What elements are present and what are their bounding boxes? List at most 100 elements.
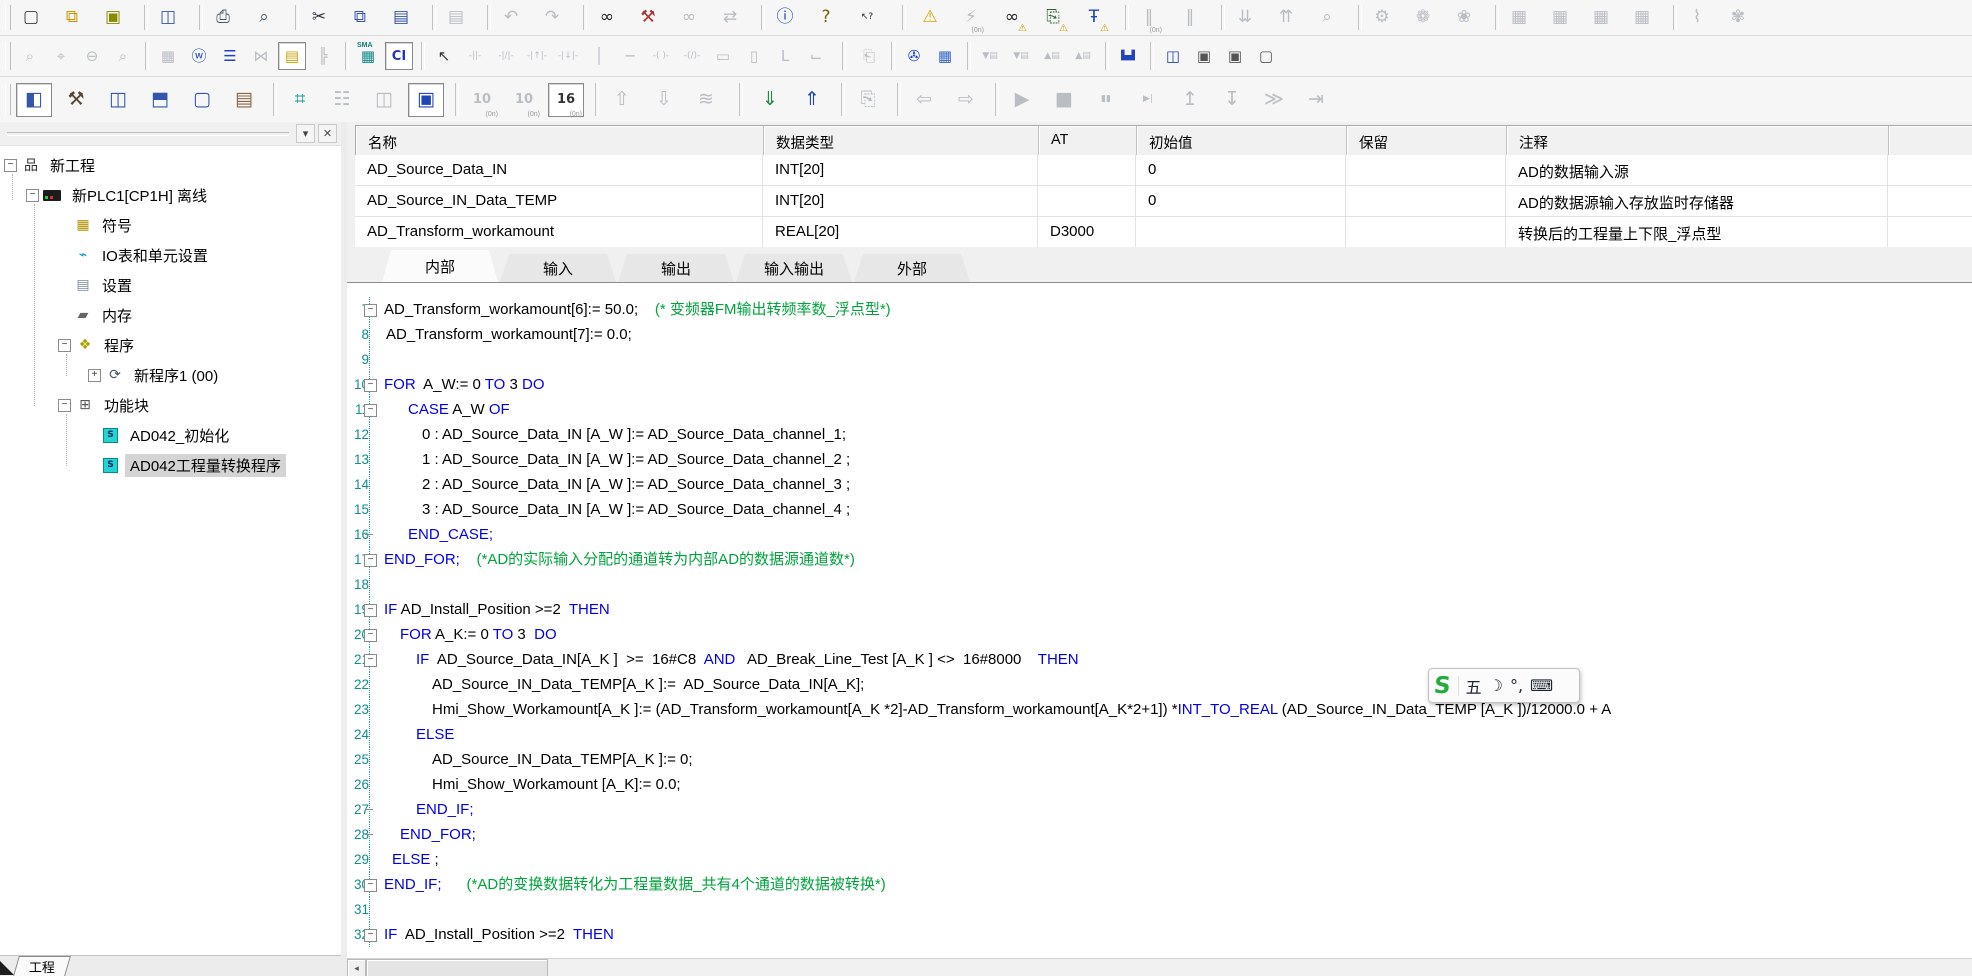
cell-at[interactable] bbox=[1038, 186, 1136, 216]
expand-icon[interactable]: + bbox=[88, 369, 101, 382]
rung-annotation-button[interactable]: ☰ bbox=[216, 42, 244, 70]
collapse-icon[interactable]: − bbox=[26, 189, 39, 202]
section-check-button[interactable]: ⎘⚠ bbox=[1038, 3, 1068, 33]
collapse-icon[interactable]: − bbox=[58, 399, 71, 412]
tree-item-symbols[interactable]: ▦符号 bbox=[0, 210, 341, 240]
info-button[interactable]: ⓘ bbox=[770, 3, 800, 33]
fb-library-button[interactable]: ▦ bbox=[931, 42, 959, 70]
mnemonic-view-button[interactable]: ▣ bbox=[1190, 42, 1218, 70]
show-comments-button[interactable]: ⓦ bbox=[185, 42, 213, 70]
tree-item-new-program-1[interactable]: +⟳新程序1 (00) bbox=[0, 360, 341, 390]
scrollbar-track[interactable] bbox=[548, 959, 1972, 976]
cell-at[interactable] bbox=[1038, 155, 1136, 185]
toolbar-grip[interactable] bbox=[5, 42, 11, 70]
collapse-icon[interactable]: − bbox=[58, 339, 71, 352]
print-button[interactable]: ⎙ bbox=[208, 3, 238, 33]
fb-transfer-button[interactable]: ✇ bbox=[900, 42, 928, 70]
scope-tab-inputs[interactable]: 输入 bbox=[500, 254, 616, 282]
tree-item-fb-ad042-transform[interactable]: SAD042工程量转换程序 bbox=[0, 450, 341, 480]
workspace-menu-button[interactable]: ▾ bbox=[296, 124, 315, 143]
cell-comment[interactable]: AD的数据输入源 bbox=[1506, 155, 1888, 185]
paste-button[interactable]: ▤ bbox=[386, 3, 416, 33]
view-st-button[interactable]: ▣ bbox=[408, 83, 444, 117]
fold-collapse-button[interactable]: − bbox=[364, 404, 377, 417]
tab-project[interactable]: 工程 bbox=[13, 956, 71, 976]
ime-wubi-indicator[interactable]: 五 bbox=[1466, 674, 1482, 698]
col-header-name[interactable]: 名称 bbox=[356, 126, 764, 156]
fold-collapse-button[interactable]: − bbox=[364, 879, 377, 892]
address-reference-button[interactable]: ▢ bbox=[184, 83, 220, 117]
scope-tab-in-out[interactable]: 输入输出 bbox=[736, 254, 852, 282]
fold-collapse-button[interactable]: − bbox=[364, 554, 377, 567]
symbol-view-button[interactable]: ▣ bbox=[1221, 42, 1249, 70]
cell-extra[interactable] bbox=[1888, 155, 1972, 185]
col-header-at[interactable]: AT bbox=[1039, 126, 1137, 156]
copy-button[interactable]: ⧉ bbox=[345, 3, 375, 33]
cell-data-type[interactable]: INT[20] bbox=[763, 186, 1038, 216]
tree-item-memory[interactable]: ▰内存 bbox=[0, 300, 341, 330]
toolbar-grip[interactable] bbox=[5, 5, 11, 30]
col-header-data-type[interactable]: 数据类型 bbox=[764, 126, 1039, 156]
io-view-button[interactable]: ▢ bbox=[1252, 42, 1280, 70]
cell-initial-value[interactable] bbox=[1136, 217, 1346, 247]
cell-name[interactable]: AD_Transform_workamount bbox=[355, 217, 763, 247]
cell-data-type[interactable]: REAL[20] bbox=[763, 217, 1038, 247]
cut-button[interactable]: ✂ bbox=[304, 3, 334, 33]
col-header-retain[interactable]: 保留 bbox=[1347, 126, 1507, 156]
cell-retain[interactable] bbox=[1346, 155, 1506, 185]
fb-online-edit-button[interactable]: ⇓ bbox=[752, 83, 788, 117]
replace-button[interactable]: ⚒ bbox=[633, 3, 663, 33]
differential-monitor-button[interactable]: ▙▟ bbox=[1114, 42, 1142, 70]
watch-window-button[interactable]: ◫ bbox=[100, 83, 136, 117]
project-tree[interactable]: −品新工程−新PLC1[CP1H] 离线▦符号⌁IO表和单元设置▤设置▰内存−❖… bbox=[0, 146, 341, 956]
search-in-project-button[interactable]: ◫ bbox=[153, 3, 183, 33]
cell-name[interactable]: AD_Source_IN_Data_TEMP bbox=[355, 186, 763, 216]
scroll-left-button[interactable]: ◂ bbox=[347, 959, 366, 976]
new-file-button[interactable]: ▢ bbox=[16, 3, 46, 33]
tree-item-fb-ad042-init[interactable]: SAD042_初始化 bbox=[0, 420, 341, 450]
fb-online-transfer-button[interactable]: ⇑ bbox=[794, 83, 830, 117]
scope-tab-externals[interactable]: 外部 bbox=[854, 254, 970, 282]
tree-item-io-table[interactable]: ⌁IO表和单元设置 bbox=[0, 240, 341, 270]
context-help-button[interactable]: ↖? bbox=[852, 3, 882, 33]
scope-tab-outputs[interactable]: 输出 bbox=[618, 254, 734, 282]
save-button[interactable]: ▣ bbox=[98, 3, 128, 33]
ci-window-button[interactable]: CI bbox=[385, 42, 413, 70]
tree-item-plc[interactable]: −新PLC1[CP1H] 离线 bbox=[0, 180, 341, 210]
output-window-button[interactable]: ⚒ bbox=[58, 83, 94, 117]
cross-reference-button[interactable]: ⬒ bbox=[142, 83, 178, 117]
select-mode-button[interactable]: ↖ bbox=[430, 42, 458, 70]
cell-initial-value[interactable]: 0 bbox=[1136, 186, 1346, 216]
cell-extra[interactable] bbox=[1888, 217, 1972, 247]
symbol-bar-button[interactable]: ▤ bbox=[278, 42, 306, 70]
cell-at[interactable]: D3000 bbox=[1038, 217, 1136, 247]
insert-symbol-button[interactable]: ⌗ bbox=[282, 83, 318, 117]
cell-name[interactable]: AD_Source_Data_IN bbox=[355, 155, 763, 185]
fold-collapse-button[interactable]: − bbox=[364, 929, 377, 942]
find-button[interactable]: ∞ bbox=[592, 3, 622, 33]
col-header-extra[interactable] bbox=[1889, 126, 1972, 156]
fold-collapse-button[interactable]: − bbox=[364, 629, 377, 642]
online-edit-check-button[interactable]: Ŧ⚠ bbox=[1079, 3, 1109, 33]
scope-tab-internals[interactable]: 内部 bbox=[382, 250, 498, 282]
fold-collapse-button[interactable]: − bbox=[364, 379, 377, 392]
fold-collapse-button[interactable]: − bbox=[364, 654, 377, 667]
cell-initial-value[interactable]: 0 bbox=[1136, 155, 1346, 185]
col-header-initial-value[interactable]: 初始值 bbox=[1137, 126, 1347, 156]
ladder-view-button[interactable]: ◫ bbox=[1159, 42, 1187, 70]
cell-data-type[interactable]: INT[20] bbox=[763, 155, 1038, 185]
workspace-toggle-button[interactable]: ◧ bbox=[16, 83, 52, 117]
ime-keyboard-button[interactable]: ⌨ bbox=[1530, 676, 1553, 695]
ime-punctuation-indicator[interactable]: °, bbox=[1510, 676, 1523, 695]
open-file-button[interactable]: ⧉ bbox=[57, 3, 87, 33]
help-button[interactable]: ? bbox=[811, 3, 841, 33]
tree-item-programs[interactable]: −❖程序 bbox=[0, 330, 341, 360]
compile-button[interactable]: ⚠ bbox=[915, 3, 945, 33]
fold-collapse-button[interactable]: − bbox=[364, 604, 377, 617]
print-preview-button[interactable]: ⌕ bbox=[249, 3, 279, 33]
tree-item-function-blocks[interactable]: −⊞功能块 bbox=[0, 390, 341, 420]
fold-collapse-button[interactable]: − bbox=[364, 304, 377, 317]
workspace-grip[interactable] bbox=[7, 132, 289, 136]
cell-retain[interactable] bbox=[1346, 186, 1506, 216]
cell-retain[interactable] bbox=[1346, 217, 1506, 247]
